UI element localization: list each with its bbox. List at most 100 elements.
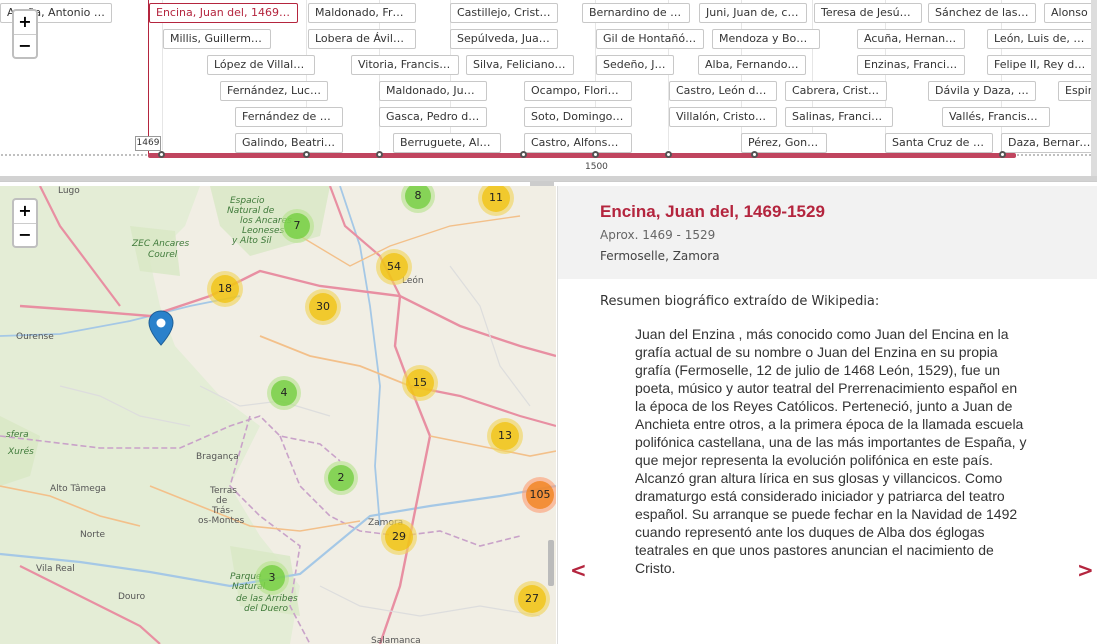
timeline-item[interactable]: Fernández de Ma... [235, 107, 343, 127]
timeline-item[interactable]: Fernández, Lucas... [220, 81, 328, 101]
cluster-count: 29 [385, 523, 413, 551]
map-place-label: Xurés [8, 447, 34, 457]
timeline-item[interactable]: Ocampo, Florian ... [524, 81, 632, 101]
timeline-marker[interactable] [999, 151, 1006, 158]
map-cluster-marker[interactable]: 29 [381, 519, 417, 555]
map-place-label: Alto Tâmega [50, 484, 107, 494]
detail-header: Encina, Juan del, 1469-1529 Aprox. 1469 … [558, 186, 1097, 279]
timeline-item[interactable]: Gil de Hontañón, ... [596, 29, 704, 49]
timeline-item[interactable]: Alba, Fernando Ál... [698, 55, 806, 75]
timeline-item[interactable]: Teresa de Jesús, ... [814, 3, 922, 23]
timeline-item[interactable]: Maldonado, Juan,... [379, 81, 487, 101]
timeline-item[interactable]: Sánchez de las Br... [928, 3, 1036, 23]
timeline-item[interactable]: Castro, León de, ... [669, 81, 777, 101]
timeline-item[interactable]: Lobera de Ávila, L... [308, 29, 416, 49]
timeline-item[interactable]: Castro, Alfonso d... [524, 133, 632, 153]
timeline-item[interactable]: Sepúlveda, Juan ... [450, 29, 558, 49]
map-place-label: Natural de [227, 206, 275, 216]
map-place-label: Ourense [16, 332, 54, 342]
timeline-item[interactable]: Soto, Domingo d... [524, 107, 632, 127]
timeline-item[interactable]: Daza, Bernardino... [1001, 133, 1097, 153]
map-cluster-marker[interactable]: 15 [402, 365, 438, 401]
timeline-item[interactable]: Millis, Guillermo ... [163, 29, 271, 49]
timeline-item[interactable]: Berruguete, Alon... [393, 133, 501, 153]
map-cluster-marker[interactable]: 105 [522, 477, 556, 513]
map-place-label: Douro [118, 592, 146, 602]
map-cluster-marker[interactable]: 13 [487, 418, 523, 454]
timeline-marker[interactable] [751, 151, 758, 158]
timeline-item[interactable]: Cabrera, Cristobal [785, 81, 887, 101]
timeline-item[interactable]: Dávila y Daza, Sa... [928, 81, 1036, 101]
map-side-scrollbar[interactable] [548, 540, 554, 586]
cluster-count: 11 [482, 186, 510, 212]
timeline-item[interactable]: Enzinas, Francisc... [857, 55, 965, 75]
timeline-item[interactable]: Alonso I... [1044, 3, 1097, 23]
previous-arrow-button[interactable]: < [570, 558, 587, 582]
map-place-label: de [216, 496, 228, 506]
map-zoom-control: + − [12, 198, 38, 248]
timeline-item[interactable]: Mendoza y Boba... [712, 29, 820, 49]
timeline-item[interactable]: Villalón, Cristobal... [669, 107, 777, 127]
map-cluster-marker[interactable]: 18 [207, 271, 243, 307]
timeline-marker[interactable] [303, 151, 310, 158]
person-dates: Aprox. 1469 - 1529 [600, 228, 716, 242]
cluster-count: 8 [405, 186, 431, 209]
timeline-item-selected[interactable]: Encina, Juan del, 1469-1529 [149, 3, 298, 23]
timeline-item[interactable]: Bernardino de Sa... [582, 3, 690, 23]
timeline-item[interactable]: Vitoria, Francisco ... [351, 55, 459, 75]
timeline-item[interactable]: Santa Cruz de Du... [885, 133, 993, 153]
cluster-count: 2 [328, 465, 354, 491]
timeline-marker[interactable] [520, 151, 527, 158]
timeline-vertical-scrollbar[interactable] [1091, 0, 1097, 176]
map-place-label: Bragança [196, 452, 239, 462]
timeline-item[interactable]: Sedeño, Juan [596, 55, 674, 75]
map-zoom-out-button[interactable]: − [14, 223, 36, 246]
timeline-marker[interactable] [376, 151, 383, 158]
biography-text: Juan del Enzina , más conocido como Juan… [635, 326, 1027, 576]
map-cluster-marker[interactable]: 27 [514, 581, 550, 617]
timeline-item[interactable]: Pérez, Gonzalo [741, 133, 827, 153]
timeline-item[interactable]: Felipe II, Rey de E... [987, 55, 1095, 75]
map-cluster-marker[interactable]: 2 [324, 461, 358, 495]
map-cluster-marker[interactable]: 3 [255, 561, 289, 595]
map-place-label: Trás- [212, 506, 234, 516]
map-zoom-in-button[interactable]: + [14, 200, 36, 223]
map-cluster-marker[interactable]: 54 [376, 249, 412, 285]
cluster-count: 7 [284, 213, 310, 239]
timeline-range-bar[interactable] [148, 153, 1016, 158]
timeline-item[interactable]: Silva, Feliciano de... [466, 55, 574, 75]
cluster-count: 30 [309, 293, 337, 321]
timeline-item[interactable]: Gasca, Pedro de l... [379, 107, 487, 127]
next-arrow-button[interactable]: > [1077, 558, 1094, 582]
timeline-item[interactable]: Castillejo, Cristób... [450, 3, 558, 23]
timeline-marker[interactable] [665, 151, 672, 158]
timeline-item[interactable]: Salinas, Francisco... [785, 107, 893, 127]
timeline[interactable]: Acuña, Antonio d... Encina, Juan del, 146… [0, 0, 1097, 182]
map-cluster-marker[interactable]: 4 [267, 376, 301, 410]
map[interactable]: Lugo Espacio Natural de los Ancares Leoneses… [0, 186, 556, 644]
person-title: Encina, Juan del, 1469-1529 [600, 202, 825, 221]
cluster-count: 13 [491, 422, 519, 450]
cluster-count: 54 [380, 253, 408, 281]
timeline-item[interactable]: Vallés, Francisco, ... [942, 107, 1050, 127]
timeline-zoom-in-button[interactable]: + [14, 11, 36, 34]
timeline-zoom-out-button[interactable]: − [14, 34, 36, 57]
map-cluster-marker[interactable]: 7 [280, 209, 314, 243]
map-cluster-marker[interactable]: 30 [305, 289, 341, 325]
cluster-count: 18 [211, 275, 239, 303]
timeline-item[interactable]: López de Villalob... [207, 55, 315, 75]
timeline-gridline [306, 0, 307, 150]
timeline-item[interactable]: Acuña, Hernando... [857, 29, 965, 49]
timeline-item[interactable]: Juni, Juan de, ca.1... [699, 3, 807, 23]
timeline-item[interactable]: León, Luis de, 15... [987, 29, 1095, 49]
timeline-item[interactable]: Galindo, Beatriz, ... [235, 133, 343, 153]
map-pin-icon[interactable] [148, 310, 174, 346]
cluster-count: 3 [259, 565, 285, 591]
map-place-label: Espacio [230, 196, 265, 206]
timeline-item[interactable]: Maldonado, Fran... [308, 3, 416, 23]
timeline-marker[interactable] [158, 151, 165, 158]
timeline-marker[interactable] [592, 151, 599, 158]
cluster-count: 105 [526, 481, 554, 509]
map-place-label: Lugo [58, 186, 80, 196]
detail-panel: Encina, Juan del, 1469-1529 Aprox. 1469 … [557, 186, 1097, 644]
